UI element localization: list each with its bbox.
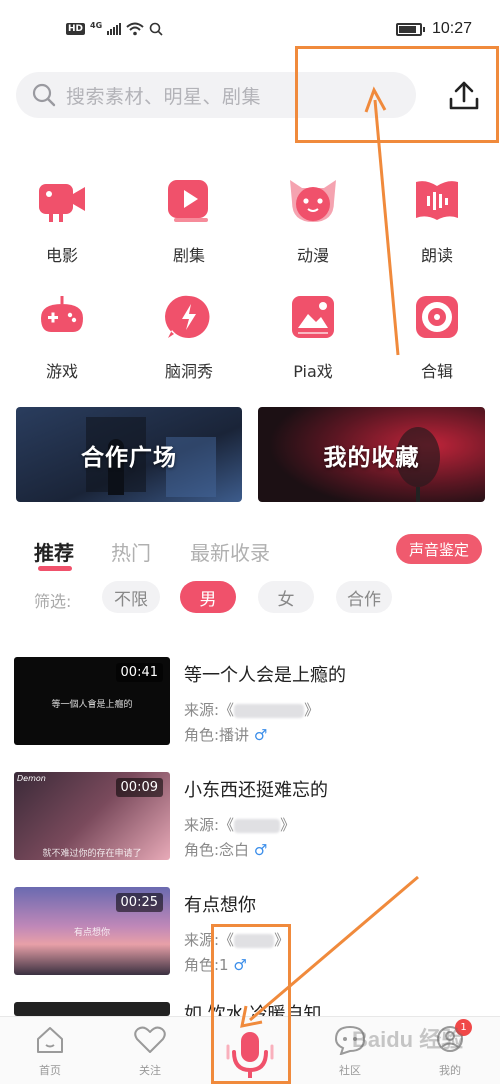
category-reading[interactable]: 朗读: [392, 174, 482, 266]
voice-identify-button[interactable]: 声音鉴定: [396, 534, 482, 564]
category-pia[interactable]: Pia戏: [268, 290, 358, 382]
battery-icon: [395, 22, 425, 36]
gamepad-icon: [41, 296, 83, 332]
list-item[interactable]: Demon 就不难过你的存在申请了 00:09 小东西还挺难忘的 来源:《》 角…: [14, 772, 484, 862]
category-label: 剧集: [172, 246, 205, 265]
annotation-box-upload: [295, 46, 499, 143]
picture-icon: [292, 296, 334, 338]
filter-male[interactable]: 男: [180, 581, 236, 613]
item-role: 角色:播讲 ♂: [184, 726, 268, 744]
filter-any[interactable]: 不限: [102, 581, 160, 613]
list-item[interactable]: 等一個人會是上癮的 00:41 等一个人会是上瘾的 来源:《》 角色:播讲 ♂: [14, 657, 484, 747]
thumbnail-caption: 等一個人會是上癮的: [51, 700, 133, 710]
category-label: 朗读: [420, 246, 453, 265]
banner-title: 合作广场: [81, 444, 177, 471]
male-icon: ♂: [253, 726, 268, 744]
item-source: 来源:《》: [184, 701, 320, 719]
banner-my-favorites[interactable]: 我的收藏: [258, 407, 485, 502]
lightning-bubble-icon: [165, 295, 210, 338]
filter-female[interactable]: 女: [258, 581, 314, 613]
annotation-box-mic: [211, 924, 291, 1084]
category-game[interactable]: 游戏: [17, 290, 107, 382]
movie-camera-icon: [39, 184, 85, 222]
banner-cooperation-square[interactable]: 合作广场: [16, 407, 242, 502]
nav-home[interactable]: 首页: [20, 1025, 80, 1078]
banner-title: 我的收藏: [323, 444, 420, 471]
book-audio-icon: [416, 181, 458, 220]
chat-bubble-icon: [334, 1025, 366, 1056]
duration-label: 00:09: [115, 778, 163, 797]
search-small-icon: [149, 22, 163, 36]
category-anime[interactable]: 动漫: [268, 174, 358, 266]
category-label: 电影: [45, 246, 78, 265]
item-title: 等一个人会是上瘾的: [184, 665, 346, 686]
record-disc-icon: [416, 296, 458, 338]
nav-follow[interactable]: 关注: [120, 1025, 180, 1078]
anime-cat-icon: [290, 180, 336, 222]
search-placeholder: 搜索素材、明星、剧集: [66, 85, 262, 108]
nav-label: 社区: [339, 1064, 361, 1077]
category-movie[interactable]: 电影: [17, 174, 107, 266]
nav-label: 我的: [439, 1064, 461, 1077]
play-icon: [168, 180, 208, 222]
category-brainstorm[interactable]: 脑洞秀: [144, 290, 234, 382]
notification-badge: 1: [455, 1019, 472, 1036]
home-icon: [37, 1027, 63, 1053]
item-source: 来源:《》: [184, 816, 296, 834]
hd-indicator: HD: [66, 23, 86, 35]
video-thumbnail[interactable]: 有点想你 00:25: [14, 887, 170, 975]
signal-icon: [107, 23, 122, 35]
category-label: 合辑: [420, 362, 453, 381]
male-icon: ♂: [253, 841, 268, 859]
category-collection[interactable]: 合辑: [392, 290, 482, 382]
video-thumbnail[interactable]: Demon 就不难过你的存在申请了 00:09: [14, 772, 170, 860]
tab-recommended[interactable]: 推荐: [34, 537, 74, 566]
thumbnail-caption: 就不难过你的存在申请了: [42, 849, 142, 859]
network-type: 4G: [90, 20, 103, 30]
category-series[interactable]: 剧集: [144, 174, 234, 266]
category-label: 游戏: [45, 362, 78, 381]
nav-profile[interactable]: 1 我的: [420, 1019, 480, 1078]
filter-cooperation[interactable]: 合作: [336, 581, 392, 613]
category-label: 脑洞秀: [164, 362, 213, 381]
item-title: 小东西还挺难忘的: [184, 780, 328, 801]
tab-latest[interactable]: 最新收录: [190, 537, 270, 566]
search-icon: [32, 83, 56, 107]
category-label: Pia戏: [293, 362, 333, 381]
duration-label: 00:41: [115, 663, 163, 682]
nav-label: 关注: [139, 1064, 161, 1077]
duration-label: 00:25: [115, 893, 163, 912]
nav-community[interactable]: 社区: [320, 1025, 380, 1078]
tab-active-indicator: [38, 566, 72, 571]
tab-hot[interactable]: 热门: [111, 537, 151, 566]
item-title: 有点想你: [184, 895, 256, 916]
wifi-icon: [126, 22, 144, 36]
thumbnail-caption: 有点想你: [73, 928, 110, 938]
nav-label: 首页: [39, 1064, 61, 1077]
filter-label: 筛选:: [34, 592, 72, 611]
category-label: 动漫: [296, 246, 329, 265]
heart-icon: [134, 1026, 166, 1053]
clock: 10:27: [431, 20, 472, 37]
video-thumbnail[interactable]: 等一個人會是上癮的 00:41: [14, 657, 170, 745]
thumb-tag: Demon: [17, 774, 46, 783]
item-role: 角色:念白 ♂: [184, 841, 268, 859]
video-thumbnail[interactable]: [14, 1002, 170, 1016]
